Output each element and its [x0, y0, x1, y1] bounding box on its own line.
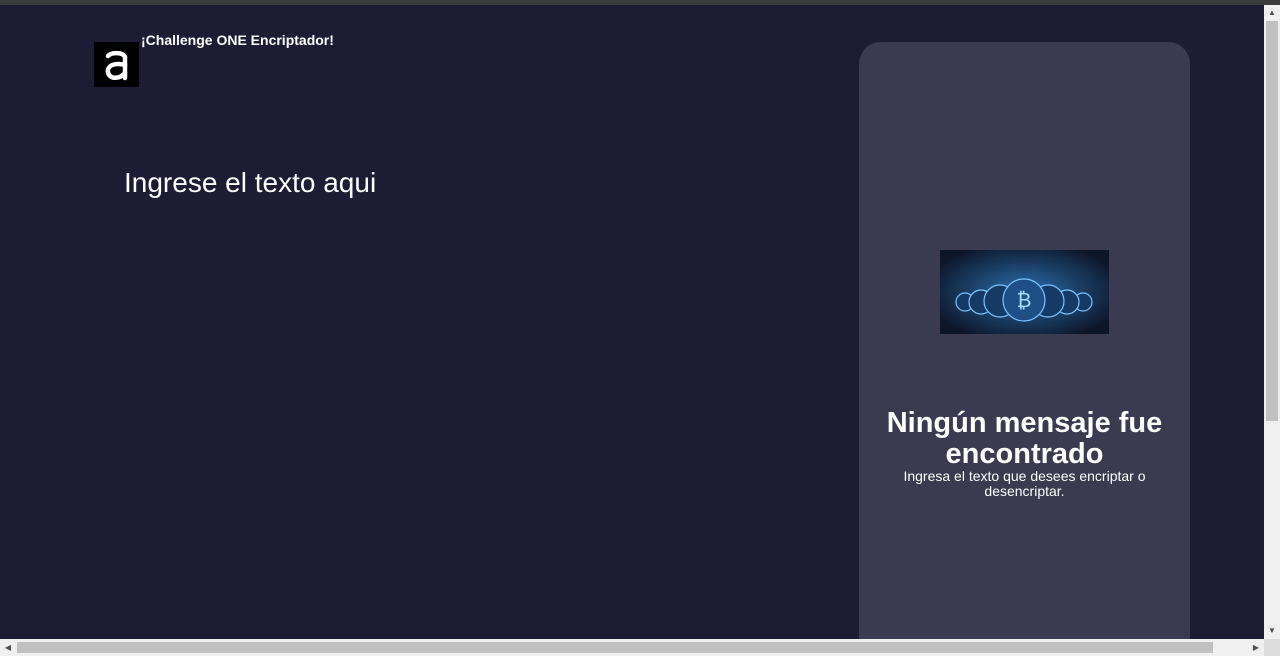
crypto-coins-image: ₿	[940, 250, 1109, 334]
scroll-left-arrow-icon[interactable]: ◀	[0, 639, 16, 656]
output-panel: ₿ Ningún mensaje fue encontrado Ingresa …	[859, 42, 1190, 639]
scroll-up-arrow-icon[interactable]: ▲	[1264, 5, 1280, 21]
app-title: ¡Challenge ONE Encriptador!	[141, 32, 334, 48]
empty-state-subtitle: Ingresa el texto que desees encriptar o …	[903, 468, 1146, 499]
page-viewport: ¡Challenge ONE Encriptador! Ingrese el t…	[0, 5, 1264, 639]
alura-logo-icon[interactable]	[94, 42, 139, 87]
horizontal-scroll-thumb[interactable]	[17, 642, 1213, 653]
crypto-coins-icon: ₿	[940, 250, 1109, 334]
scroll-down-arrow-icon[interactable]: ▼	[1264, 623, 1280, 639]
logo-glyph-icon	[105, 50, 127, 80]
message-input[interactable]	[120, 163, 768, 611]
empty-state-title: Ningún mensaje fue encontrado	[886, 407, 1163, 470]
scrollbar-corner	[1264, 639, 1280, 656]
horizontal-scrollbar[interactable]: ◀ ▶	[0, 639, 1264, 656]
vertical-scrollbar[interactable]: ▲ ▼	[1264, 5, 1280, 639]
svg-text:₿: ₿	[1017, 288, 1032, 312]
scroll-right-arrow-icon[interactable]: ▶	[1248, 639, 1264, 656]
vertical-scroll-thumb[interactable]	[1266, 21, 1278, 421]
